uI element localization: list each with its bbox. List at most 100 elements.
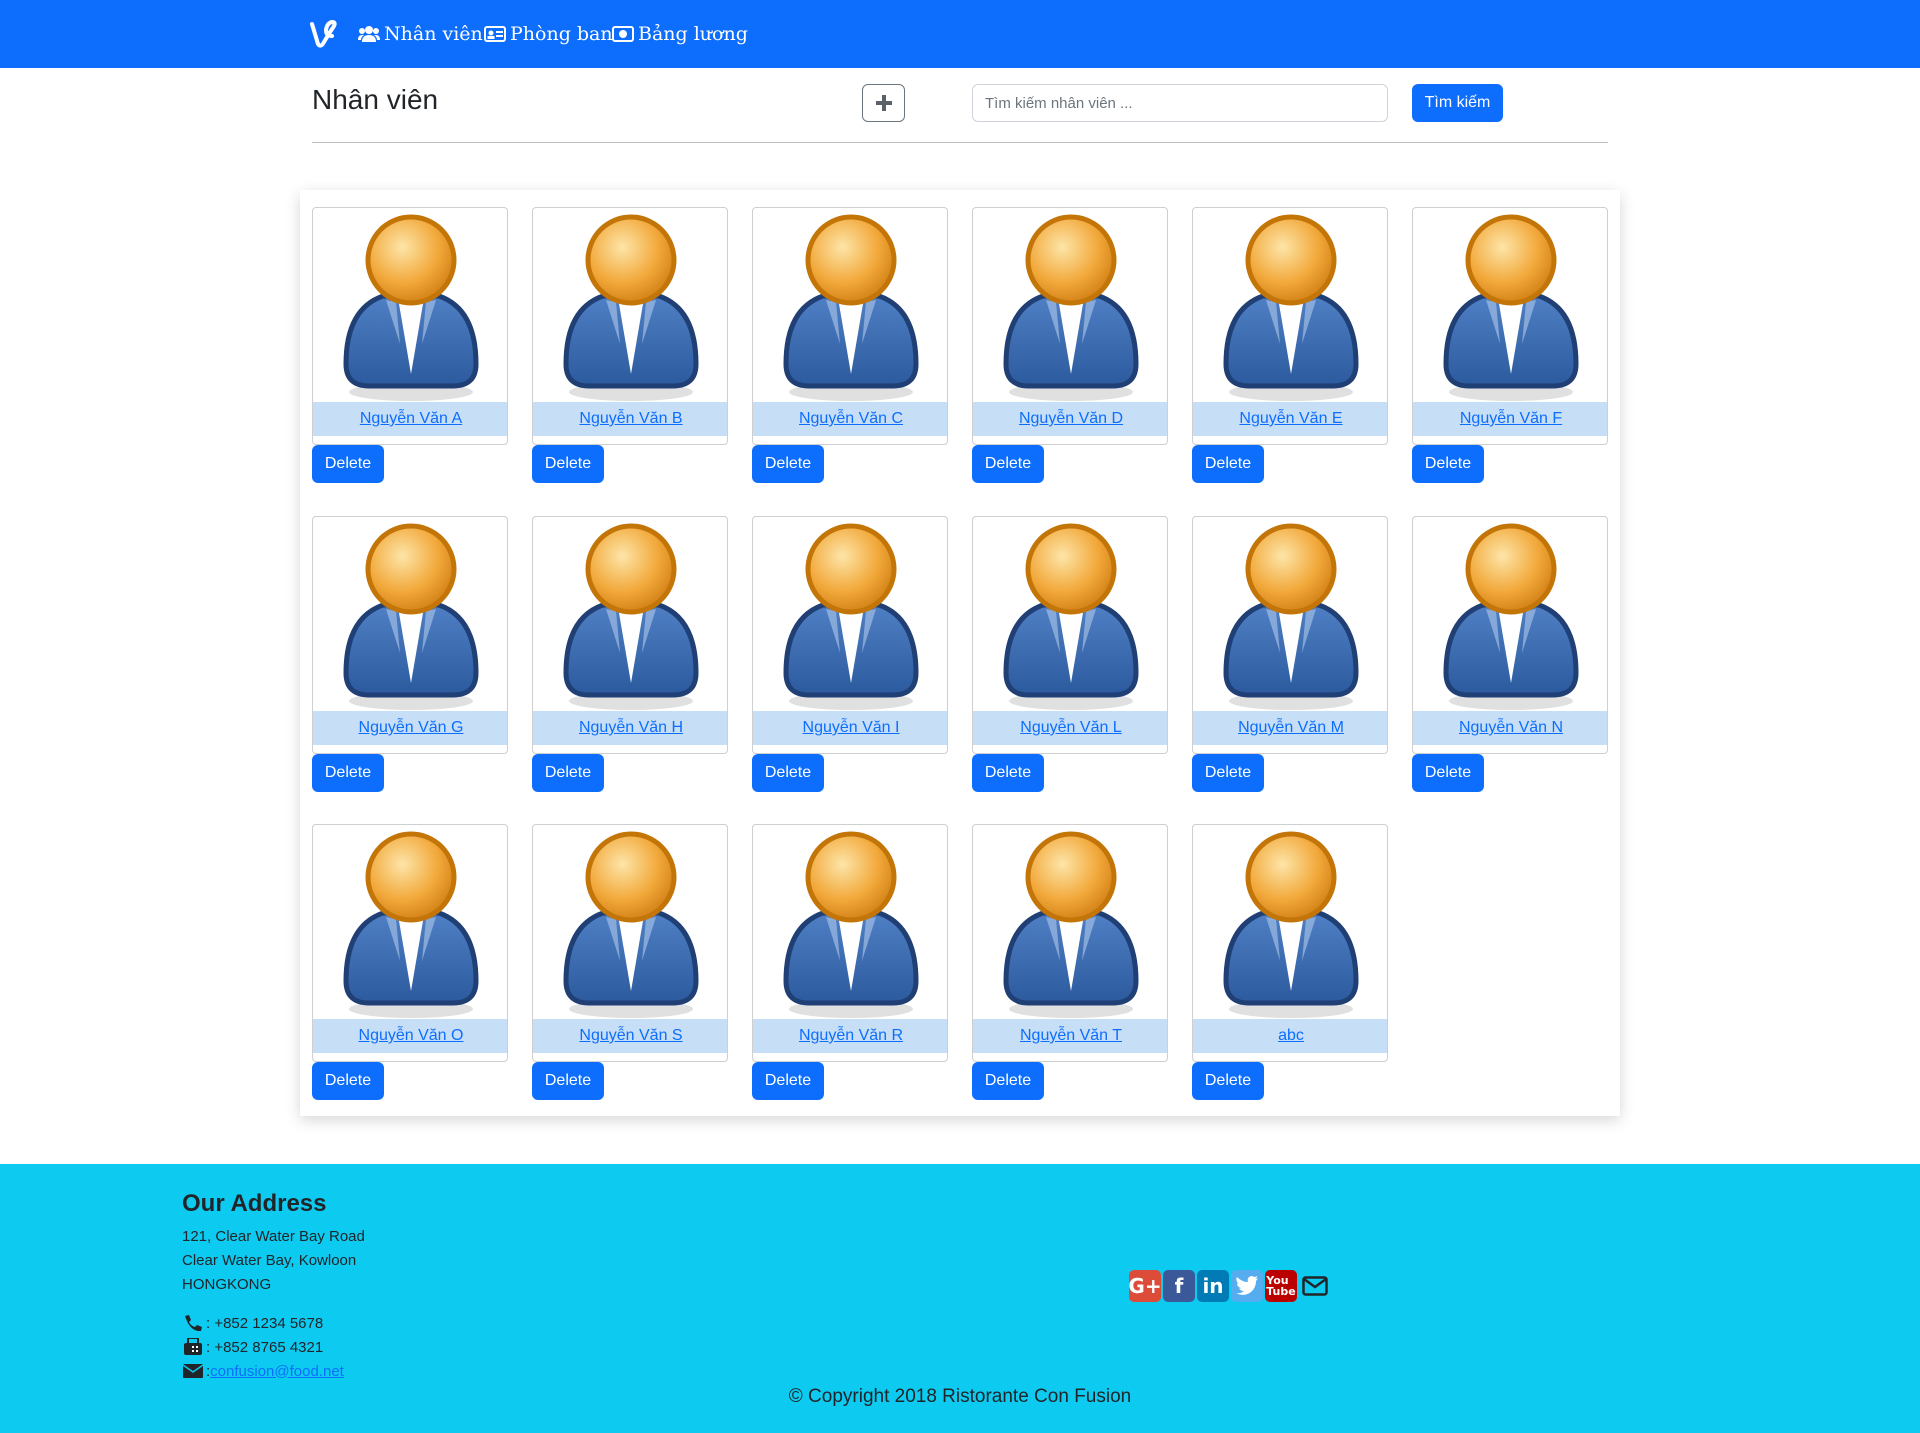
- employee-name-bar: Nguyễn Văn B: [533, 402, 727, 436]
- employee-name-bar: Nguyễn Văn M: [1193, 711, 1387, 745]
- employee-name-link[interactable]: Nguyễn Văn C: [799, 410, 903, 428]
- delete-button[interactable]: Delete: [312, 445, 384, 483]
- facebook-icon[interactable]: f: [1163, 1270, 1195, 1302]
- delete-button[interactable]: Delete: [752, 1062, 824, 1100]
- employee-card-frame[interactable]: Nguyễn Văn D: [972, 207, 1168, 445]
- employee-name-link[interactable]: Nguyễn Văn O: [359, 1027, 464, 1045]
- employee-name-link[interactable]: Nguyễn Văn D: [1019, 410, 1123, 428]
- employee-name-link[interactable]: Nguyễn Văn T: [1020, 1027, 1122, 1045]
- employee-card: Nguyễn Văn E Delete: [1192, 207, 1388, 483]
- employee-name-link[interactable]: Nguyễn Văn M: [1238, 719, 1344, 737]
- employee-name-link[interactable]: Nguyễn Văn F: [1460, 410, 1562, 428]
- delete-button[interactable]: Delete: [1412, 445, 1484, 483]
- delete-button[interactable]: Delete: [752, 445, 824, 483]
- employee-name-bar: Nguyễn Văn L: [973, 711, 1167, 745]
- employee-card-frame[interactable]: Nguyễn Văn O: [312, 824, 508, 1062]
- employee-card: Nguyễn Văn N Delete: [1412, 516, 1608, 792]
- fax-number: : +852 8765 4321: [206, 1338, 324, 1356]
- delete-button[interactable]: Delete: [1412, 754, 1484, 792]
- employee-card-frame[interactable]: Nguyễn Văn L: [972, 516, 1168, 754]
- email-link[interactable]: confusion@food.net: [210, 1363, 344, 1380]
- address-line: 121, Clear Water Bay Road: [182, 1228, 365, 1245]
- user-avatar-icon: [343, 214, 479, 401]
- employee-name-bar: Nguyễn Văn O: [313, 1019, 507, 1053]
- delete-button[interactable]: Delete: [312, 1062, 384, 1100]
- employee-card-frame[interactable]: abc: [1192, 824, 1388, 1062]
- nav-item-employees[interactable]: Nhân viên: [358, 0, 483, 68]
- social-links: G+ f in You Tube: [1128, 1270, 1331, 1302]
- employee-card-frame[interactable]: Nguyễn Văn I: [752, 516, 948, 754]
- employee-card-frame[interactable]: Nguyễn Văn C: [752, 207, 948, 445]
- user-avatar-icon: [563, 214, 699, 401]
- employee-card-frame[interactable]: Nguyễn Văn B: [532, 207, 728, 445]
- employee-name-link[interactable]: Nguyễn Văn A: [360, 410, 462, 428]
- employee-name-link[interactable]: Nguyễn Văn S: [579, 1027, 682, 1045]
- mail-icon[interactable]: [1299, 1270, 1331, 1302]
- delete-button[interactable]: Delete: [532, 754, 604, 792]
- user-avatar-icon: [1003, 831, 1139, 1018]
- search-button[interactable]: Tìm kiếm: [1412, 84, 1503, 122]
- employee-card: Nguyễn Văn R Delete: [752, 824, 948, 1100]
- employee-name-bar: Nguyễn Văn N: [1413, 711, 1607, 745]
- youtube-icon[interactable]: You Tube: [1265, 1270, 1297, 1302]
- employee-card: Nguyễn Văn S Delete: [532, 824, 728, 1100]
- employee-name-bar: Nguyễn Văn A: [313, 402, 507, 436]
- users-icon: [358, 26, 380, 42]
- employee-name-bar: Nguyễn Văn R: [753, 1019, 947, 1053]
- employee-card-frame[interactable]: Nguyễn Văn A: [312, 207, 508, 445]
- nav-item-label: Bảng lương: [638, 23, 748, 45]
- employee-card-frame[interactable]: Nguyễn Văn G: [312, 516, 508, 754]
- nav-item-departments[interactable]: Phòng ban: [484, 0, 613, 68]
- delete-button[interactable]: Delete: [972, 445, 1044, 483]
- user-avatar-icon: [1003, 214, 1139, 401]
- vine-logo-icon[interactable]: [308, 18, 340, 50]
- twitter-icon[interactable]: [1231, 1270, 1263, 1302]
- fax-icon: [184, 1338, 202, 1355]
- user-avatar-icon: [1443, 214, 1579, 401]
- delete-button[interactable]: Delete: [312, 754, 384, 792]
- employee-card: Nguyễn Văn G Delete: [312, 516, 508, 792]
- phone-icon: [185, 1315, 202, 1332]
- nav-item-payroll[interactable]: Bảng lương: [612, 0, 748, 68]
- employee-name-bar: Nguyễn Văn C: [753, 402, 947, 436]
- employee-card-frame[interactable]: Nguyễn Văn M: [1192, 516, 1388, 754]
- employee-name-link[interactable]: Nguyễn Văn L: [1020, 719, 1121, 737]
- employee-card: Nguyễn Văn F Delete: [1412, 207, 1608, 483]
- add-employee-button[interactable]: [862, 84, 905, 122]
- employee-card-frame[interactable]: Nguyễn Văn R: [752, 824, 948, 1062]
- delete-button[interactable]: Delete: [752, 754, 824, 792]
- user-avatar-icon: [1003, 523, 1139, 710]
- employee-name-bar: Nguyễn Văn T: [973, 1019, 1167, 1053]
- copyright-text: © Copyright 2018 Ristorante Con Fusion: [788, 1386, 1132, 1407]
- employee-card-frame[interactable]: Nguyễn Văn E: [1192, 207, 1388, 445]
- divider: [312, 142, 1608, 143]
- address-line: Clear Water Bay, Kowloon: [182, 1252, 357, 1269]
- employee-card-frame[interactable]: Nguyễn Văn S: [532, 824, 728, 1062]
- nav-item-label: Phòng ban: [510, 23, 613, 45]
- employee-card-frame[interactable]: Nguyễn Văn F: [1412, 207, 1608, 445]
- delete-button[interactable]: Delete: [1192, 754, 1264, 792]
- employee-name-link[interactable]: abc: [1278, 1027, 1304, 1045]
- employee-card-frame[interactable]: Nguyễn Văn T: [972, 824, 1168, 1062]
- employee-name-link[interactable]: Nguyễn Văn R: [799, 1027, 903, 1045]
- google-plus-icon[interactable]: G+: [1128, 1270, 1162, 1302]
- delete-button[interactable]: Delete: [1192, 445, 1264, 483]
- employee-name-link[interactable]: Nguyễn Văn I: [803, 719, 900, 737]
- employee-name-bar: Nguyễn Văn H: [533, 711, 727, 745]
- employee-name-link[interactable]: Nguyễn Văn E: [1239, 410, 1342, 428]
- user-avatar-icon: [563, 831, 699, 1018]
- delete-button[interactable]: Delete: [972, 754, 1044, 792]
- employee-card-frame[interactable]: Nguyễn Văn H: [532, 516, 728, 754]
- search-input[interactable]: [972, 84, 1388, 122]
- employee-name-link[interactable]: Nguyễn Văn B: [579, 410, 682, 428]
- employee-card-frame[interactable]: Nguyễn Văn N: [1412, 516, 1608, 754]
- delete-button[interactable]: Delete: [1192, 1062, 1264, 1100]
- employee-name-link[interactable]: Nguyễn Văn N: [1459, 719, 1563, 737]
- employee-name-link[interactable]: Nguyễn Văn G: [359, 719, 464, 737]
- linkedin-icon[interactable]: in: [1197, 1270, 1229, 1302]
- delete-button[interactable]: Delete: [972, 1062, 1044, 1100]
- user-avatar-icon: [563, 523, 699, 710]
- delete-button[interactable]: Delete: [532, 445, 604, 483]
- employee-name-link[interactable]: Nguyễn Văn H: [579, 719, 683, 737]
- delete-button[interactable]: Delete: [532, 1062, 604, 1100]
